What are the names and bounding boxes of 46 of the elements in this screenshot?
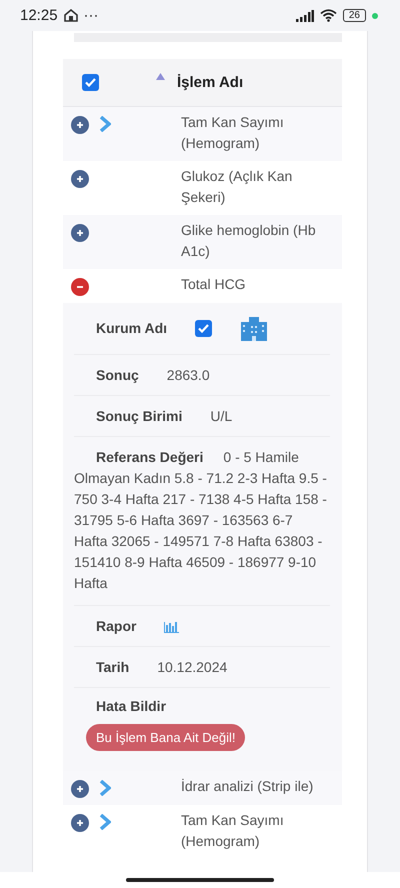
hospital-building-icon [240,314,268,342]
column-header[interactable]: İşlem Adı [177,74,244,91]
procedure-name: İdrar analizi (Strip ile) [181,777,314,796]
signal-icon [296,10,314,22]
chevron-icon[interactable] [99,780,111,796]
collapse-button[interactable] [71,278,89,296]
home-icon [64,9,78,22]
status-time: 12:25 [20,7,58,24]
field-value: U/L [210,408,232,424]
expand-button[interactable] [71,224,89,242]
plus-icon [76,785,84,793]
field-label: Sonuç Birimi [96,408,182,424]
reference-text: Referans Değeri 0 - 5 Hamile Olmayan Kadın 5.8 - 71.2 2-3 Hafta 9.5 - 750 3-4 Hafta 217 - 7138 4-5 Hafta 158 - 31795 5-6 Hafta 3697 - 163563 6-7 Hafta 32065 - 149571 7-8 Hafta 63803 - 151410 8-9 Hafta 46509 - 186977 9-10 Hafta [74,437,330,606]
field-value: 10.12.2024 [157,658,228,674]
plus-icon [76,121,84,129]
expand-button[interactable] [71,780,89,798]
field-label: Tarih [96,658,130,674]
expand-button[interactable] [71,814,89,832]
battery-level: 26 [342,9,366,22]
check-icon [198,324,210,332]
field-label: Sonuç [96,366,139,382]
procedure-name: Tam Kan Sayımı (Hemogram) [181,811,285,851]
plus-icon [76,229,84,237]
chevron-icon[interactable] [99,116,111,132]
status-dot-icon [372,12,378,18]
report-error-button[interactable]: Bu İşlem Bana Ait Değil! [86,724,246,751]
minus-icon [76,283,84,291]
wifi-icon [320,9,337,22]
procedure-name: Tam Kan Sayımı (Hemogram) [181,113,285,153]
status-dots: ··· [84,7,99,24]
plus-icon [76,175,84,183]
expand-button[interactable] [71,116,89,134]
check-icon [85,78,96,87]
field-value: 2863.0 [166,366,210,382]
procedure-name: Glukoz (Açlık Kan Şekeri) [181,167,294,207]
field-label: Hata Bildir [95,698,166,714]
procedure-name: Glike hemoglobin (Hb A1c) [181,221,317,261]
plus-icon [76,819,84,827]
checkbox[interactable] [195,320,212,336]
sort-icon[interactable] [156,73,165,80]
procedure-name: Total HCG [181,275,247,294]
select-all-checkbox[interactable] [82,74,99,91]
chevron-icon[interactable] [99,814,111,830]
field-label: Rapor [96,618,136,634]
expand-button[interactable] [71,170,89,188]
field-label: Kurum Adı [96,320,168,336]
